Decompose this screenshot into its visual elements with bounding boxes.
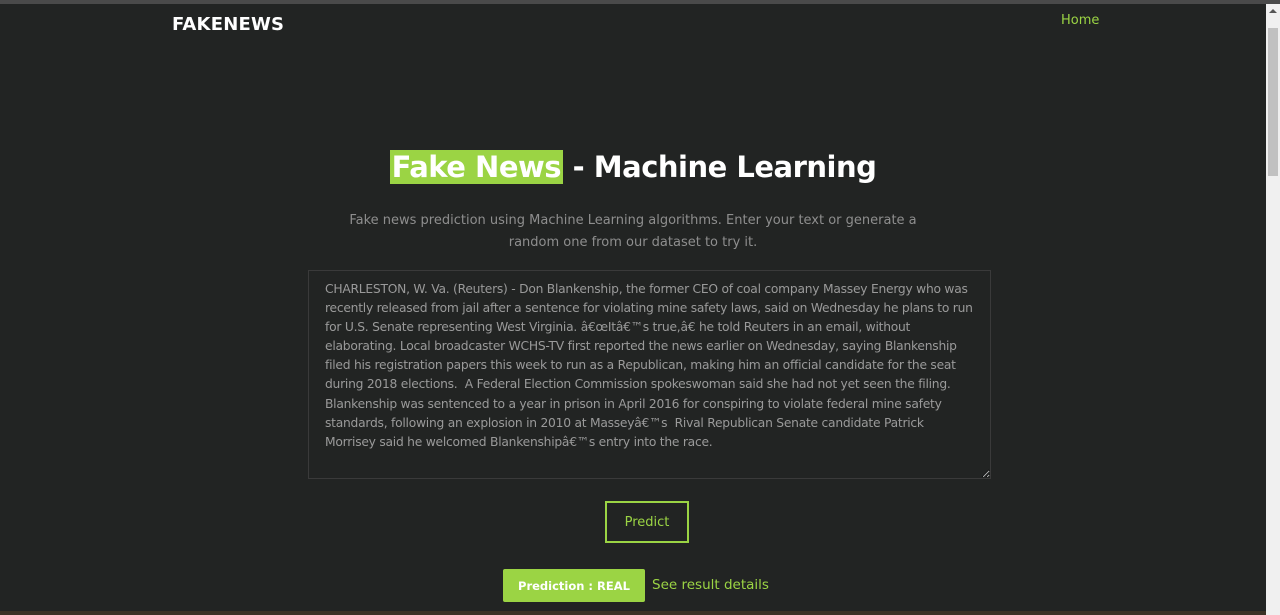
see-result-details-link[interactable]: See result details — [652, 577, 769, 593]
title-highlight: Fake News — [389, 150, 564, 184]
page-title: Fake News - Machine Learning — [0, 150, 1266, 184]
scrollbar[interactable] — [1266, 4, 1280, 615]
page-subtitle: Fake news prediction using Machine Learn… — [349, 213, 917, 250]
predict-button[interactable]: Predict — [605, 501, 689, 543]
brand-logo[interactable]: FAKENEWS — [172, 14, 284, 35]
prediction-result-badge: Prediction : REAL — [503, 569, 645, 602]
scroll-up-icon[interactable] — [1269, 9, 1277, 13]
nav-home-link[interactable]: Home — [1061, 13, 1099, 28]
scrollbar-thumb[interactable] — [1268, 28, 1278, 176]
title-rest: - Machine Learning — [563, 150, 877, 184]
bottom-border — [0, 611, 1266, 615]
window-top-border — [0, 0, 1280, 4]
news-text-input[interactable] — [308, 270, 991, 479]
